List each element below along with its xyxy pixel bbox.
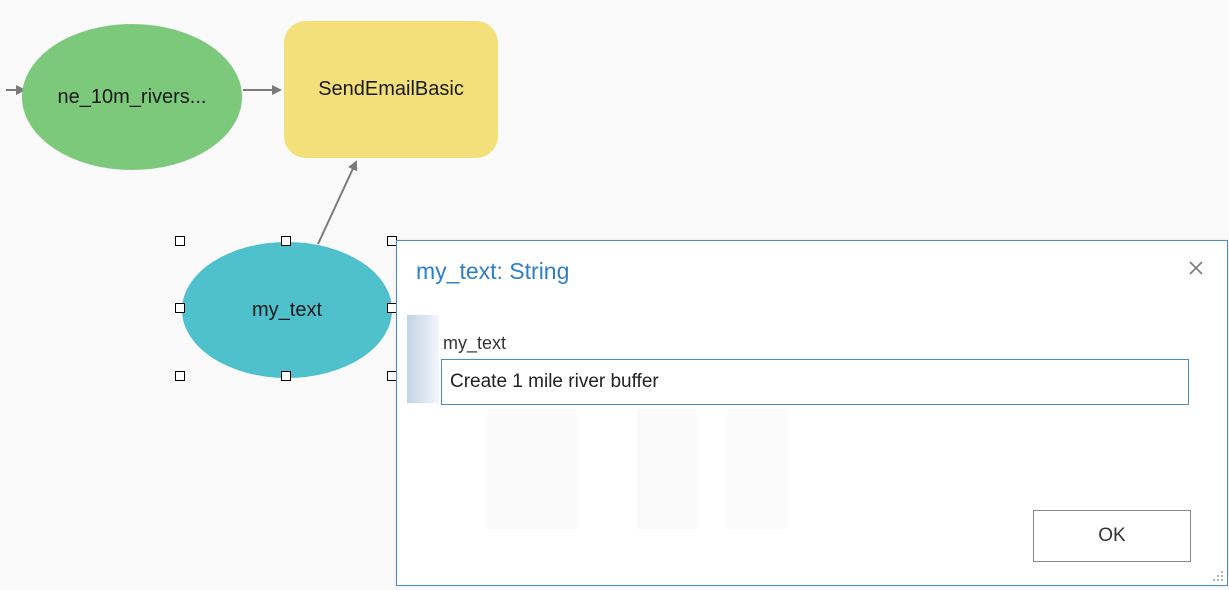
background-panels [487,409,787,529]
mytext-to-sendemail-connector[interactable] [317,160,358,245]
model-canvas[interactable]: ne_10m_rivers... SendEmailBasic my_text … [0,0,1229,590]
selection-handle-bottom-center[interactable] [281,371,291,381]
send-email-tool-node[interactable]: SendEmailBasic [284,21,498,158]
rivers-data-node[interactable]: ne_10m_rivers... [22,24,242,170]
my-text-field-label: my_text [443,333,507,353]
resize-grip-icon[interactable] [1210,568,1224,582]
send-email-node-label: SendEmailBasic [318,78,464,100]
ok-button[interactable]: OK [1033,510,1191,562]
selection-handle-top-left[interactable] [175,236,185,246]
my-text-node-label: my_text [251,298,323,321]
rivers-node-label: ne_10m_rivers... [57,85,207,108]
dialog-title: my_text: String [416,258,570,284]
selection-handle-middle-left[interactable] [175,303,185,313]
selection-handle-top-center[interactable] [281,236,291,246]
close-icon[interactable] [1183,255,1209,281]
selection-handle-bottom-left[interactable] [175,371,185,381]
variable-dialog: my_text: String my_text OK [396,240,1228,586]
my-text-value-input[interactable] [441,359,1189,405]
my-text-variable-node[interactable]: my_text [182,242,392,378]
field-highlight-bar [407,315,439,403]
